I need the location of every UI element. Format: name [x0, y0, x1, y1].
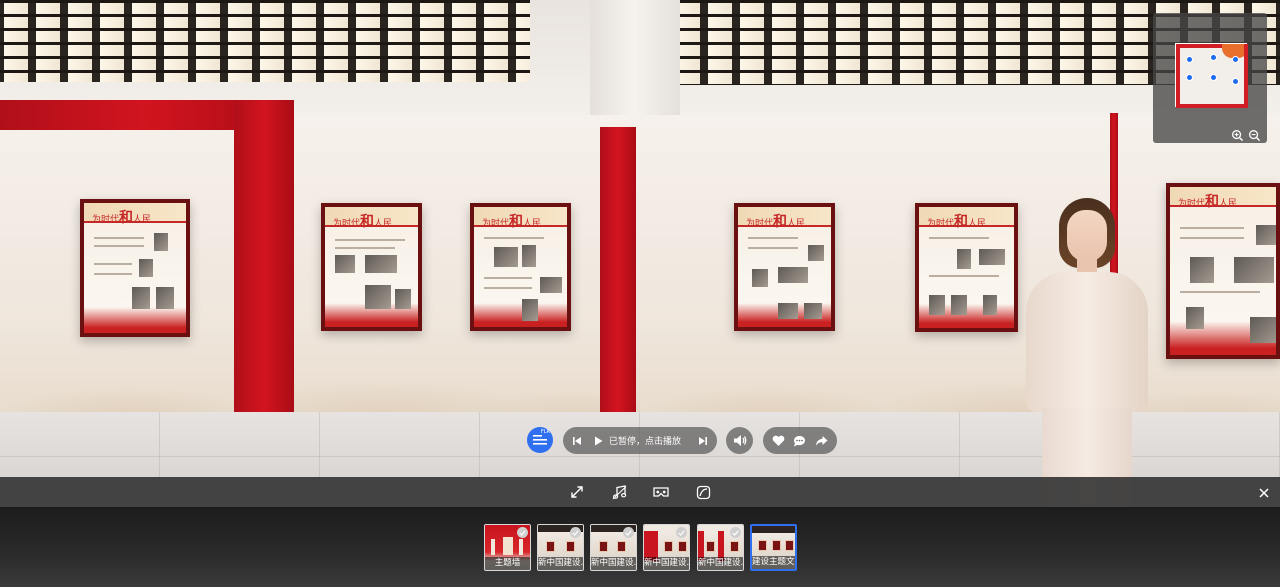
narration-player: 已暂停，点击播放 [563, 427, 717, 454]
list-button-badge: FLR [540, 429, 550, 435]
exhibit-poster[interactable]: 为时代和人民 [915, 203, 1018, 332]
exhibit-poster[interactable]: 为时代和人民 [1166, 183, 1280, 359]
scene-thumbnail[interactable]: 主题墙 [484, 524, 531, 571]
background-music-button[interactable] [598, 477, 640, 507]
fullscreen-button[interactable] [556, 477, 598, 507]
viewpoint-marker[interactable] [1232, 56, 1239, 63]
red-pillar-center [600, 127, 636, 412]
exhibit-poster[interactable]: 为时代和人民 [734, 203, 835, 331]
visited-check-icon [623, 527, 634, 538]
exhibit-poster[interactable]: 为时代和人民 [470, 203, 571, 331]
ceiling-light-grid-left [0, 0, 530, 82]
thumbnail-label: 新中国建设... [698, 557, 743, 570]
vr-mode-button[interactable] [640, 477, 682, 507]
volume-button[interactable] [726, 427, 753, 454]
thumbnail-label: 新中国建设... [538, 557, 583, 570]
floor-plan-minimap[interactable] [1153, 13, 1267, 143]
gyroscope-button[interactable] [682, 477, 724, 507]
visited-check-icon [517, 527, 528, 538]
heart-icon[interactable] [772, 435, 785, 447]
visited-check-icon [570, 527, 581, 538]
comment-icon[interactable] [793, 435, 806, 447]
music-icon [612, 484, 627, 500]
red-pillar-left [234, 100, 294, 423]
viewpoint-marker[interactable] [1186, 56, 1193, 63]
exhibit-poster[interactable]: 为时代和人民 [321, 203, 422, 331]
ceiling-beam [590, 0, 680, 115]
viewpoint-marker[interactable] [1210, 74, 1217, 81]
scene-thumbnail[interactable]: 新中国建设... [643, 524, 690, 571]
social-actions [763, 427, 837, 454]
visited-check-icon [730, 527, 741, 538]
close-toolbar-button[interactable] [1257, 485, 1271, 499]
zoom-out-icon[interactable] [1248, 127, 1261, 142]
thumbnail-label: 主题墙 [485, 557, 530, 570]
floor-plan-image[interactable] [1175, 43, 1248, 108]
exhibit-poster[interactable]: 为时代和人民 [80, 199, 190, 337]
scene-thumbnail[interactable]: 新中国建设... [590, 524, 637, 571]
viewpoint-marker[interactable] [1186, 74, 1193, 81]
share-icon[interactable] [815, 435, 828, 447]
thumbnail-label: 建设主题文字 [752, 556, 795, 569]
skip-next-icon[interactable] [698, 436, 708, 446]
scene-thumbnail[interactable]: 新中国建设... [537, 524, 584, 571]
gyroscope-icon [696, 485, 711, 500]
scene-thumbnail-strip: 主题墙 新中国建设... 新中国建设... 新中国建设... 新中国建设. [0, 507, 1280, 587]
thumbnail-label: 新中国建设... [644, 557, 689, 570]
list-icon [533, 434, 547, 446]
volume-icon [733, 434, 747, 447]
thumbnail-label: 新中国建设... [591, 557, 636, 570]
player-status-text[interactable]: 已暂停，点击播放 [609, 434, 698, 447]
scene-list-button[interactable]: FLR [527, 427, 553, 453]
scene-thumbnail[interactable]: 新中国建设... [697, 524, 744, 571]
virtual-presenter [1012, 198, 1160, 507]
viewpoint-marker[interactable] [1232, 78, 1239, 85]
fullscreen-icon [570, 485, 584, 499]
visited-check-icon [676, 527, 687, 538]
skip-previous-icon[interactable] [572, 436, 582, 446]
play-icon[interactable] [594, 436, 603, 446]
viewpoint-marker[interactable] [1210, 54, 1217, 61]
close-icon [1257, 486, 1271, 500]
vr-glasses-icon [653, 486, 669, 498]
zoom-in-icon[interactable] [1231, 127, 1244, 142]
bottom-toolbar [0, 477, 1280, 507]
scene-thumbnail-active[interactable]: 建设主题文字 [750, 524, 797, 571]
